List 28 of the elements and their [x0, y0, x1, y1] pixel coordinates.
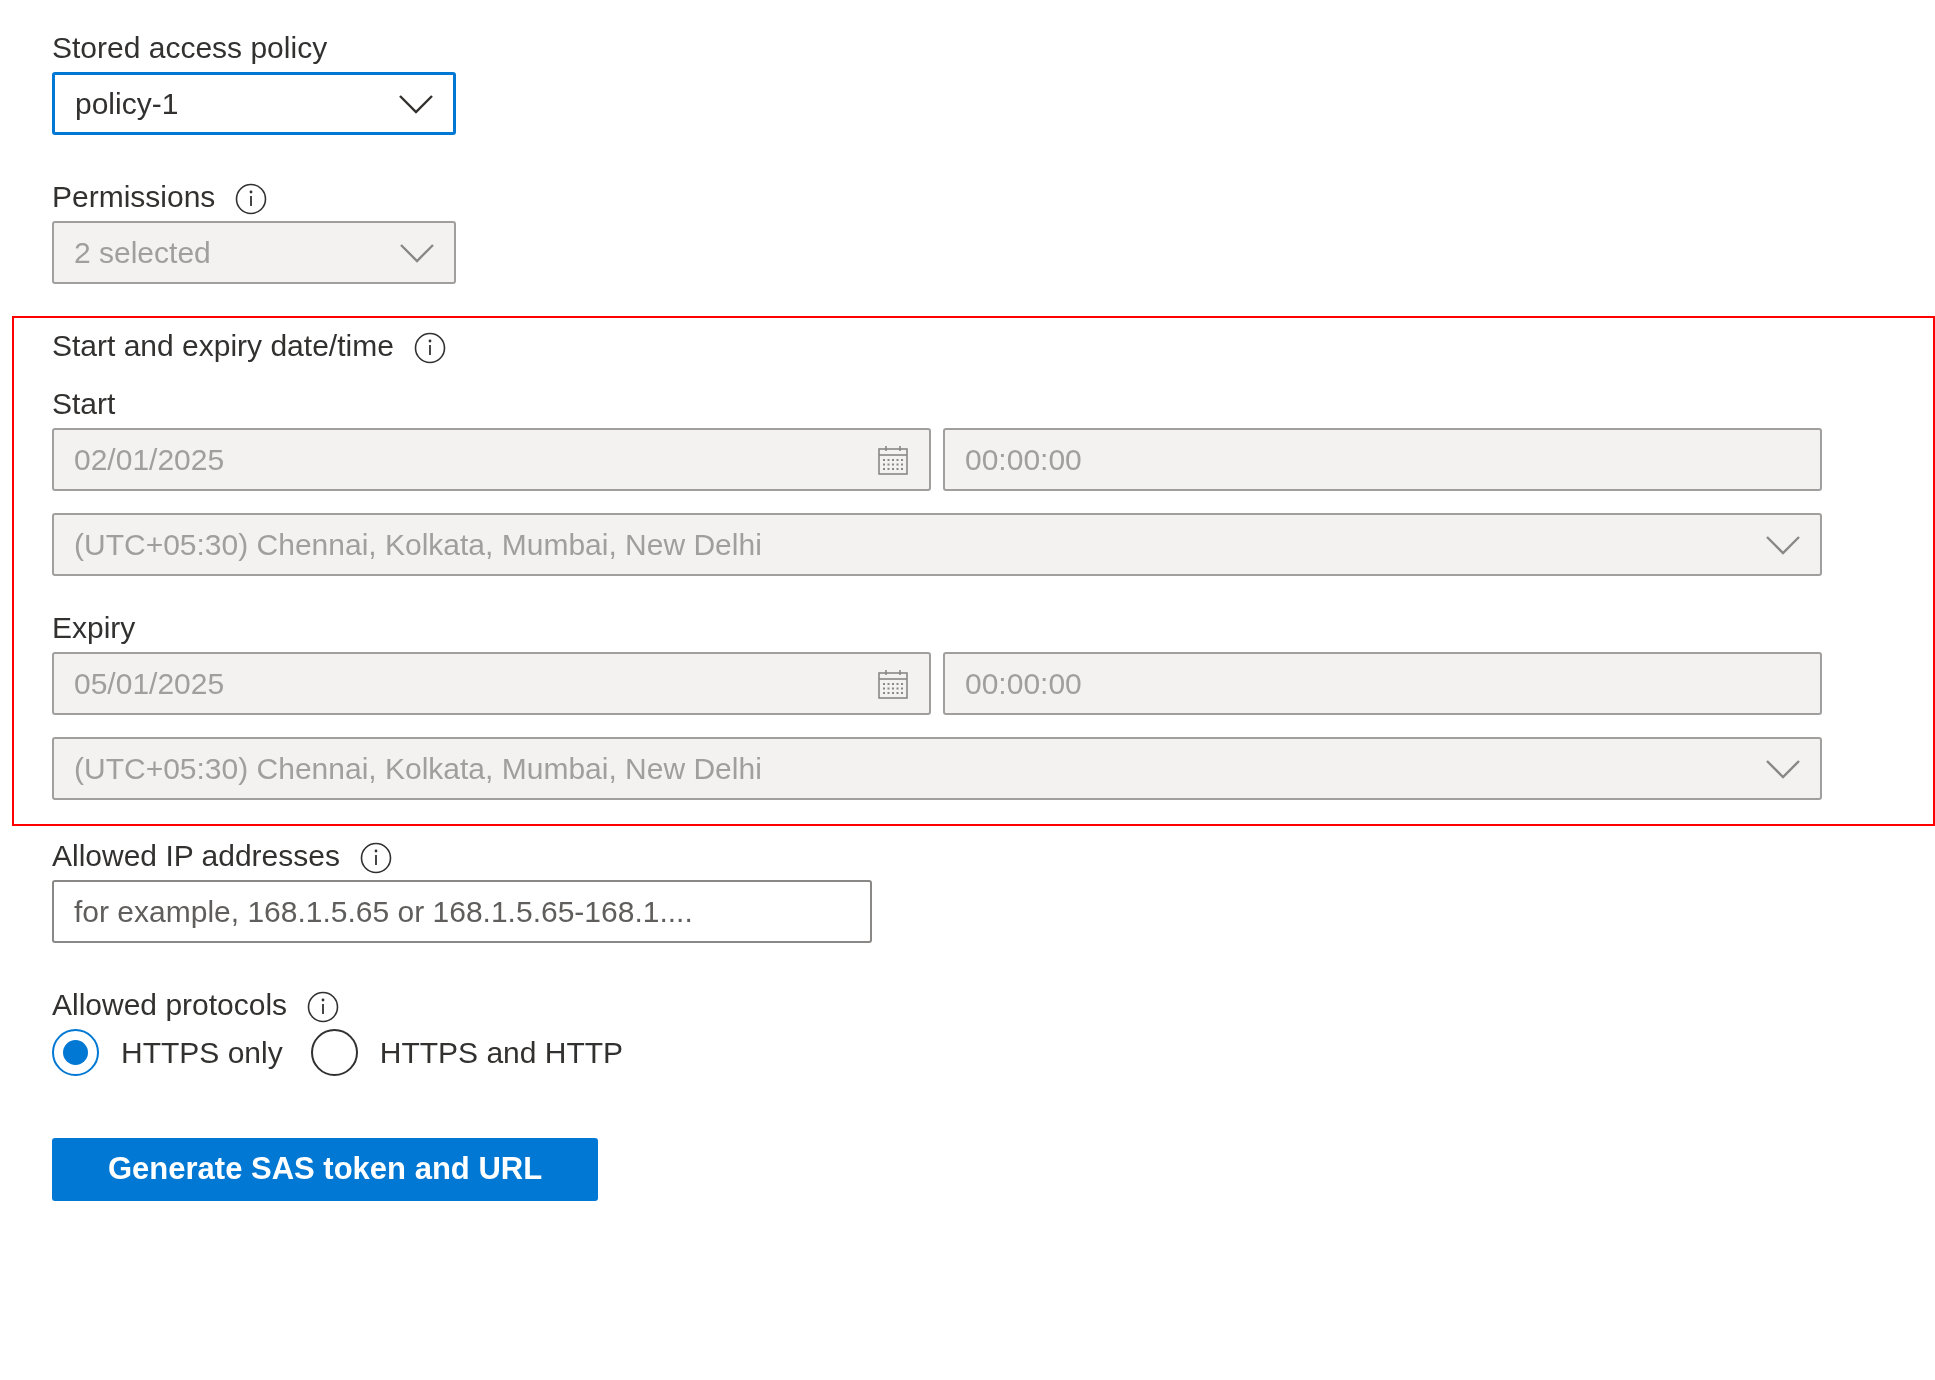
dropdown-value: (UTC+05:30) Chennai, Kolkata, Mumbai, New Delhi: [74, 751, 762, 787]
input-field[interactable]: for example, 168.1.5.65 or 168.1.5.65-168.1....: [52, 880, 872, 943]
dropdown-value: policy-1: [75, 86, 179, 122]
field-label: Permissions: [52, 179, 216, 215]
dropdown-value: (UTC+05:30) Chennai, Kolkata, Mumbai, New Delhi: [74, 527, 762, 563]
field-label: Expiry: [52, 610, 136, 646]
field-label: Allowed IP addresses: [52, 838, 340, 874]
chevron-down-icon: [1766, 534, 1800, 555]
radio-option[interactable]: HTTPS only: [52, 1029, 283, 1076]
date-value: 02/01/2025: [74, 442, 225, 478]
info-icon: [235, 183, 268, 215]
field-label: Allowed protocols: [52, 987, 288, 1023]
field-label: Start: [52, 386, 116, 422]
field-label: Stored access policy: [52, 30, 328, 66]
field-label: Start and expiry date/time: [52, 328, 394, 364]
chevron-down-icon: [399, 93, 433, 114]
calendar-icon: [877, 668, 909, 699]
calendar-icon: [877, 444, 909, 475]
dropdown-value: 2 selected: [74, 235, 211, 271]
radio-option[interactable]: HTTPS and HTTP: [310, 1029, 624, 1076]
date-value: 05/01/2025: [74, 666, 225, 702]
dropdown[interactable]: policy-1: [52, 72, 456, 135]
info-icon: [307, 991, 340, 1023]
chevron-down-icon: [400, 242, 434, 263]
info-icon: [359, 842, 392, 874]
chevron-down-icon: [1766, 758, 1800, 779]
generate-button[interactable]: Generate SAS token and URL: [52, 1138, 599, 1201]
info-icon: [413, 332, 446, 364]
